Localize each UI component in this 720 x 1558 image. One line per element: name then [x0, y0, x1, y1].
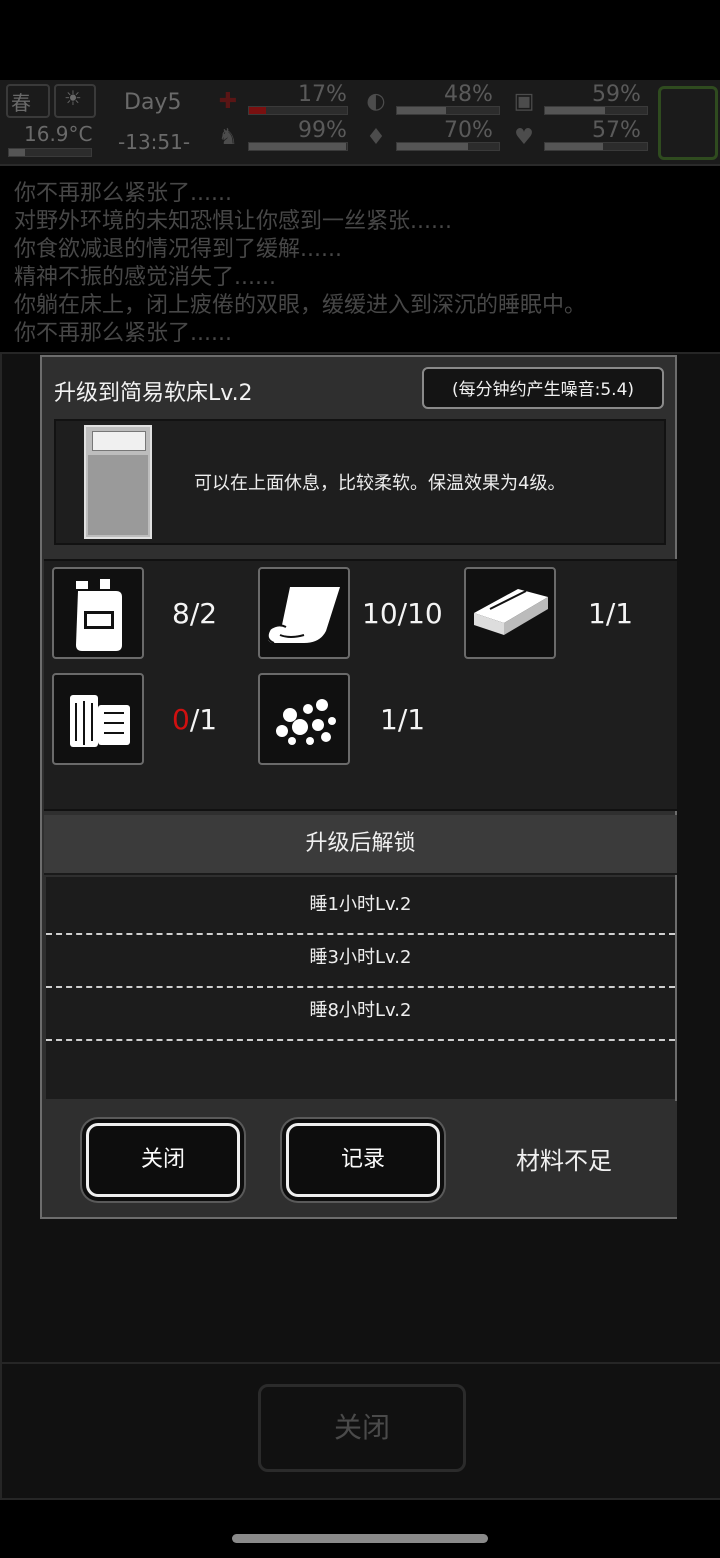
unlock-header: 升级后解锁	[44, 815, 677, 875]
stat-value-2: 48%	[444, 82, 493, 107]
time-label: -13:51-	[118, 130, 191, 154]
temperature-value: 16.9°C	[24, 122, 93, 146]
material-count: 0/1	[172, 703, 218, 736]
log-line: 你不再那么紧张了......	[14, 181, 232, 206]
status-hud: 春 ☀ 16.9°C Day5 -13:51- ✚ 17% ◐ 48% ▣ 59…	[0, 80, 720, 166]
water-drop-icon: ♦	[366, 125, 386, 150]
materials-grid: 8/2 10/10 1/1 0/1 1/1	[44, 559, 677, 811]
stat-bar-5	[396, 142, 500, 151]
medkit-icon: ✚	[218, 89, 238, 114]
material-count: 1/1	[588, 597, 634, 630]
noise-info: (每分钟约产生噪音:5.4)	[422, 367, 664, 409]
season-label: 春	[11, 91, 31, 115]
stat-bar-3	[544, 106, 648, 115]
stat-value-5: 70%	[444, 118, 493, 143]
material-have-short: 0	[172, 703, 190, 736]
description-panel: 可以在上面休息，比较柔软。保温效果为4级。	[54, 419, 666, 545]
unlock-list: 睡1小时Lv.2 睡3小时Lv.2 睡8小时Lv.2	[46, 877, 675, 1099]
stat-bar-4	[248, 142, 348, 151]
material-count: 1/1	[380, 703, 426, 736]
boot-icon: ♞	[218, 125, 238, 150]
stat-bar-6	[544, 142, 648, 151]
character-portrait-frame[interactable]	[658, 86, 718, 160]
stomach-icon: ◐	[366, 89, 386, 114]
cloth-icon[interactable]	[258, 567, 350, 659]
home-indicator[interactable]	[232, 1534, 488, 1543]
stat-bar-2	[396, 106, 500, 115]
stat-value-4: 99%	[298, 118, 347, 143]
log-line: 对野外环境的未知恐惧让你感到一丝紧张......	[14, 209, 452, 234]
energy-icon: ▣	[513, 89, 535, 114]
bed-image	[84, 425, 152, 539]
event-log: 你不再那么紧张了...... 对野外环境的未知恐惧让你感到一丝紧张...... …	[14, 180, 714, 348]
unlock-item: 睡3小时Lv.2	[46, 934, 675, 988]
log-line: 你躺在床上，闭上疲倦的双眼，缓缓进入到深沉的睡眠中。	[14, 293, 587, 318]
weather-box: ☀	[54, 84, 96, 118]
fuel-can-icon[interactable]	[52, 567, 144, 659]
stat-value-3: 59%	[592, 82, 641, 107]
upgrade-dialog: 升级到简易软床Lv.2 (每分钟约产生噪音:5.4) 可以在上面休息，比较柔软。…	[40, 355, 677, 1219]
unlock-item: 睡1小时Lv.2	[46, 881, 675, 935]
log-line: 精神不振的感觉消失了......	[14, 265, 276, 290]
stat-value-1: 17%	[298, 82, 347, 107]
dialog-footer: 关闭 记录 材料不足	[44, 1101, 677, 1217]
temperature-bar	[8, 148, 92, 157]
log-line: 你食欲减退的情况得到了缓解......	[14, 237, 342, 262]
heart-icon: ♥	[514, 125, 534, 150]
stat-value-6: 57%	[592, 118, 641, 143]
material-count: 8/2	[172, 597, 218, 630]
log-line: 你不再那么紧张了......	[14, 321, 232, 346]
wood-logs-icon[interactable]	[52, 673, 144, 765]
day-label: Day5	[124, 90, 182, 115]
background-close-button[interactable]: 关闭	[258, 1384, 466, 1472]
record-button[interactable]: 记录	[286, 1123, 440, 1197]
insufficient-materials-label: 材料不足	[516, 1147, 612, 1175]
description-text: 可以在上面休息，比较柔软。保温效果为4级。	[194, 473, 566, 494]
stat-bar-1	[248, 106, 348, 115]
sun-icon: ☀	[64, 86, 82, 110]
dialog-title: 升级到简易软床Lv.2	[54, 381, 253, 406]
season-box: 春	[6, 84, 50, 118]
unlock-item: 睡8小时Lv.2	[46, 987, 675, 1041]
close-button[interactable]: 关闭	[86, 1123, 240, 1197]
stones-icon[interactable]	[258, 673, 350, 765]
material-count: 10/10	[362, 597, 443, 630]
plank-icon[interactable]	[464, 567, 556, 659]
